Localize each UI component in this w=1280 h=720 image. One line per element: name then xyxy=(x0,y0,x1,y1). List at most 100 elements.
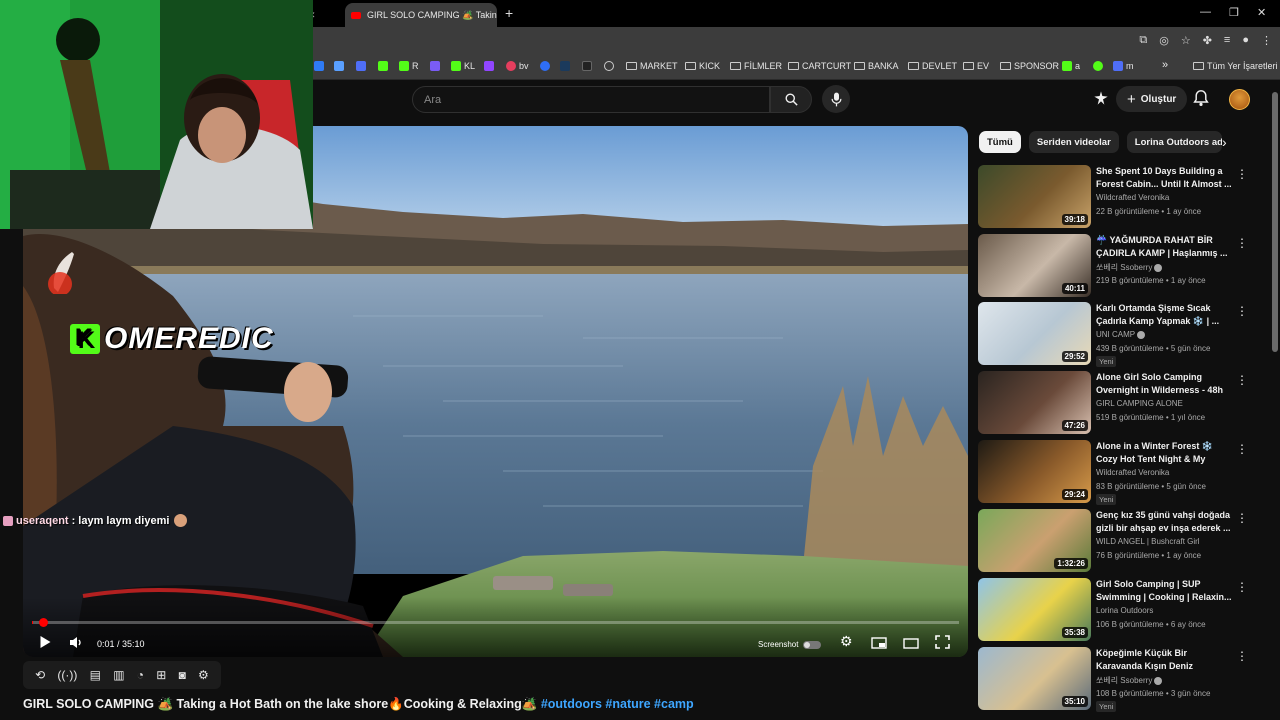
account-avatar[interactable] xyxy=(1229,89,1250,110)
bookmark-icon[interactable] xyxy=(314,61,324,71)
extensions-icon[interactable]: ✤ xyxy=(1203,34,1212,47)
recommendation-channel[interactable]: Wildcrafted Veronika xyxy=(1096,193,1169,202)
bookmark-star-icon[interactable]: ☆ xyxy=(1181,34,1191,47)
progress-bar[interactable] xyxy=(32,618,959,627)
bookmark-kl[interactable]: KL xyxy=(451,61,475,71)
recommendation-channel[interactable]: 쏘베리 Ssoberry xyxy=(1096,262,1163,273)
more-options-icon[interactable]: ⋮ xyxy=(1236,649,1248,663)
play-button[interactable] xyxy=(39,635,52,649)
recommendation-item[interactable]: 35:38 Girl Solo Camping | SUP Swimming | … xyxy=(978,578,1248,642)
camera-icon[interactable]: ◙ xyxy=(179,668,186,682)
bookmark-folder-market[interactable]: MARKET xyxy=(626,61,678,71)
more-options-icon[interactable]: ⋮ xyxy=(1236,580,1248,594)
recommendation-title[interactable]: Köpeğimle Küçük Bir Karavanda Kışın Deni… xyxy=(1096,647,1232,673)
video-thumbnail[interactable]: 1:32:26 xyxy=(978,509,1091,572)
tools-settings-icon[interactable]: ⚙ xyxy=(198,668,209,682)
recommendation-item[interactable]: 29:24 Alone in a Winter Forest ❄️ Cozy Ho… xyxy=(978,440,1248,505)
chip-channel[interactable]: Lorina Outdoors adlı y xyxy=(1126,131,1222,153)
bookmark-folder-banka[interactable]: BANKA xyxy=(854,61,899,71)
browser-tab-active[interactable]: GIRL SOLO CAMPING 🏕️ Takin ✕ xyxy=(345,3,497,27)
video-thumbnail[interactable]: 35:38 xyxy=(978,578,1091,641)
menu-dots-icon[interactable]: ⋮ xyxy=(1261,34,1272,47)
search-box[interactable] xyxy=(412,86,770,113)
video-thumbnail[interactable]: 29:24 xyxy=(978,440,1091,503)
recommendation-title[interactable]: Girl Solo Camping | SUP Swimming | Cooki… xyxy=(1096,578,1232,604)
create-sparkle-icon[interactable] xyxy=(1093,90,1109,111)
video-hashtags[interactable]: #outdoors #nature #camp xyxy=(541,697,694,711)
recommendation-title[interactable]: She Spent 10 Days Building a Forest Cabi… xyxy=(1096,165,1232,191)
recommendation-item[interactable]: 29:52 Karlı Ortamda Şişme Sıcak Çadırla K… xyxy=(978,302,1248,367)
settings-gear-icon[interactable]: ⚙ xyxy=(840,633,853,650)
audio-waves-icon[interactable]: ((·)) xyxy=(57,668,77,682)
recommendation-item[interactable]: 35:10 Köpeğimle Küçük Bir Karavanda Kışın… xyxy=(978,647,1248,712)
bookmark-folder-devlet[interactable]: DEVLET xyxy=(908,61,957,71)
recommendation-title[interactable]: ☔ YAĞMURDA RAHAT BİR ÇADIRLA KAMP | Haşl… xyxy=(1096,234,1232,260)
notifications-bell-icon[interactable] xyxy=(1193,89,1209,112)
all-bookmarks-folder[interactable]: Tüm Yer İşaretleri xyxy=(1193,61,1278,71)
more-options-icon[interactable]: ⋮ xyxy=(1236,373,1248,387)
bookmark-a[interactable]: a xyxy=(1062,61,1080,71)
theater-mode-button[interactable] xyxy=(903,638,919,649)
install-icon[interactable]: ⧉ xyxy=(1139,34,1147,47)
more-options-icon[interactable]: ⋮ xyxy=(1236,167,1248,181)
bookmark-icon[interactable] xyxy=(334,61,344,71)
more-options-icon[interactable]: ⋮ xyxy=(1236,304,1248,318)
bookmark-icon[interactable] xyxy=(540,61,550,71)
recommendation-title[interactable]: Karlı Ortamda Şişme Sıcak Çadırla Kamp Y… xyxy=(1096,302,1232,328)
bookmark-folder-filmler[interactable]: FİLMLER xyxy=(730,61,782,71)
bookmark-icon[interactable] xyxy=(356,61,366,71)
new-tab-button[interactable]: + xyxy=(505,5,513,21)
media-control-icon[interactable]: ≡ xyxy=(1224,34,1230,47)
recommendation-title[interactable]: Genç kız 35 günü vahşi doğada gizli bir … xyxy=(1096,509,1232,535)
bookmarks-more-button[interactable]: » xyxy=(1162,59,1168,71)
recommendation-title[interactable]: Alone in a Winter Forest ❄️ Cozy Hot Ten… xyxy=(1096,440,1232,466)
recommendation-channel[interactable]: GIRL CAMPING ALONE xyxy=(1096,399,1183,408)
video-thumbnail[interactable]: 40:11 xyxy=(978,234,1091,297)
miniplayer-button[interactable] xyxy=(871,637,887,649)
create-button[interactable]: + Oluştur xyxy=(1116,86,1188,112)
recommendation-item[interactable]: 47:26 Alone Girl Solo Camping Overnight i… xyxy=(978,371,1248,435)
bookmark-icon[interactable] xyxy=(1093,61,1103,71)
close-window-icon[interactable]: ✕ xyxy=(1257,6,1266,19)
bookmark-steam-icon[interactable] xyxy=(560,61,570,71)
screenshot-switch-icon[interactable] xyxy=(803,640,822,649)
list-icon[interactable]: ▥ xyxy=(113,668,124,682)
recommendation-item[interactable]: 39:18 She Spent 10 Days Building a Forest… xyxy=(978,165,1248,229)
video-thumbnail[interactable]: 29:52 xyxy=(978,302,1091,365)
bookmark-folder-sponsor[interactable]: SPONSOR xyxy=(1000,61,1059,71)
bookmark-folder-cartcurt[interactable]: CARTCURT xyxy=(788,61,851,71)
bookmark-twitch-icon[interactable] xyxy=(484,61,494,71)
more-options-icon[interactable]: ⋮ xyxy=(1236,511,1248,525)
fullscreen-button[interactable] xyxy=(935,635,950,649)
screenshot-toggle[interactable]: Screenshot xyxy=(758,640,822,649)
bookmark-bv[interactable]: bv xyxy=(506,61,529,71)
page-scrollbar[interactable] xyxy=(1272,92,1278,352)
profile-icon[interactable]: ● xyxy=(1242,34,1249,47)
clip-icon[interactable]: ▤ xyxy=(90,668,101,682)
bookmark-kick-icon[interactable] xyxy=(378,61,388,71)
more-options-icon[interactable]: ⋮ xyxy=(1236,236,1248,250)
recommendation-channel[interactable]: UNI CAMP xyxy=(1096,330,1146,339)
video-thumbnail[interactable]: 35:10 xyxy=(978,647,1091,710)
recommendation-channel[interactable]: 쏘베리 Ssoberry xyxy=(1096,675,1163,686)
recommendation-title[interactable]: Alone Girl Solo Camping Overnight in Wil… xyxy=(1096,371,1232,397)
recommendation-channel[interactable]: Wildcrafted Veronika xyxy=(1096,468,1169,477)
video-thumbnail[interactable]: 47:26 xyxy=(978,371,1091,434)
chips-next-chevron-icon[interactable]: › xyxy=(1222,134,1227,150)
chip-all[interactable]: Tümü xyxy=(979,131,1021,153)
minimize-icon[interactable]: — xyxy=(1200,6,1211,18)
voice-search-button[interactable] xyxy=(822,85,850,113)
search-input[interactable] xyxy=(413,87,769,112)
loop-icon[interactable]: ⟲ xyxy=(35,668,45,682)
bookmark-icon[interactable] xyxy=(582,61,592,71)
mute-button[interactable] xyxy=(69,636,83,649)
recommendation-item[interactable]: 40:11 ☔ YAĞMURDA RAHAT BİR ÇADIRLA KAMP |… xyxy=(978,234,1248,298)
speed-gauge-icon[interactable]: ◔ xyxy=(137,668,144,682)
add-queue-icon[interactable]: ⊞ xyxy=(156,668,166,682)
bookmark-icon[interactable] xyxy=(430,61,440,71)
bookmark-folder-kick[interactable]: KICK xyxy=(685,61,720,71)
video-thumbnail[interactable]: 39:18 xyxy=(978,165,1091,228)
bookmark-icon[interactable] xyxy=(604,61,614,71)
scrubber-handle[interactable] xyxy=(39,618,48,627)
recommendation-channel[interactable]: Lorina Outdoors xyxy=(1096,606,1153,615)
